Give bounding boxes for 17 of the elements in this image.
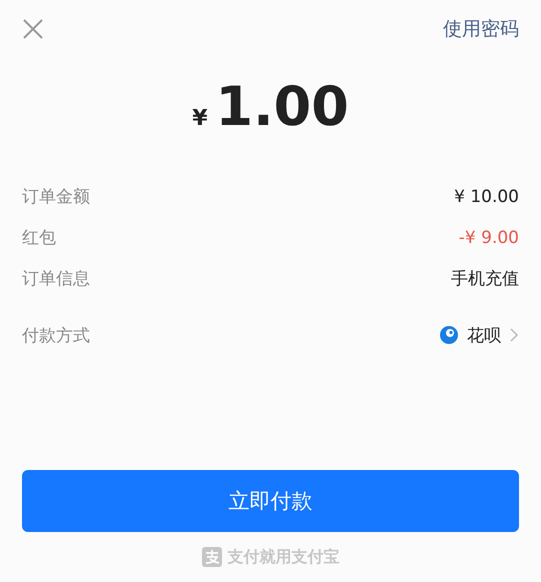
close-button[interactable]: [22, 18, 44, 40]
detail-label: 订单金额: [22, 186, 90, 208]
detail-value: ¥ 10.00: [454, 186, 519, 206]
alipay-logo-icon: [202, 547, 222, 567]
detail-label: 红包: [22, 227, 56, 249]
payment-amount: 1.00: [216, 80, 349, 134]
use-password-link[interactable]: 使用密码: [443, 16, 519, 42]
chevron-icon: [509, 327, 519, 343]
pay-now-button[interactable]: 立即付款: [22, 470, 519, 532]
payment-method-selector[interactable]: 花呗: [439, 324, 519, 346]
currency-symbol: ¥: [192, 106, 208, 131]
detail-label: 订单信息: [22, 268, 90, 290]
close-icon: [22, 18, 44, 40]
detail-value: 手机充值: [451, 268, 519, 290]
huabei-icon: [439, 325, 459, 345]
detail-value: -¥ 9.00: [458, 228, 519, 248]
payment-method-label: 付款方式: [22, 324, 90, 346]
